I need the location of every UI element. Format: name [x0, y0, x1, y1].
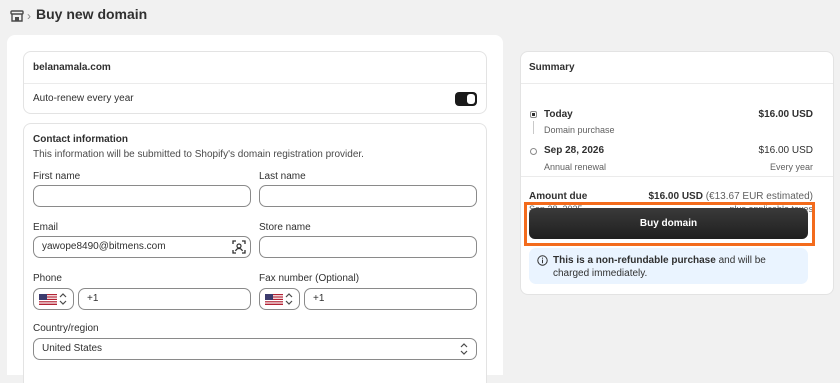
- domain-name: belanamala.com: [33, 62, 111, 73]
- fax-input[interactable]: +1: [304, 288, 477, 310]
- fax-country-select[interactable]: [259, 288, 300, 310]
- summary-card: Summary Today Domain purchase $16.00 USD…: [520, 51, 834, 295]
- notice-bold: This is a non-refundable purchase: [553, 255, 716, 266]
- auto-renew-toggle[interactable]: [455, 92, 477, 106]
- timeline-dot-today: [530, 111, 537, 118]
- contact-subtitle: This information will be submitted to Sh…: [33, 149, 364, 160]
- country-select[interactable]: United States: [33, 338, 477, 360]
- timeline-dot-renewal: [530, 148, 537, 155]
- side-panel: Summary Today Domain purchase $16.00 USD…: [505, 35, 834, 375]
- renewal-label: Sep 28, 2026: [544, 145, 605, 156]
- country-value: United States: [42, 343, 103, 354]
- store-name-label: Store name: [259, 222, 311, 233]
- store-icon[interactable]: [10, 9, 24, 23]
- today-label: Today: [544, 109, 573, 120]
- phone-country-select[interactable]: [33, 288, 74, 310]
- us-flag-icon: [39, 294, 57, 305]
- email-input[interactable]: yawope8490@bitmens.com: [33, 236, 251, 258]
- amount-due-price: $16.00 USD: [648, 191, 703, 202]
- amount-due-price-line: $16.00 USD (€13.67 EUR estimated): [648, 191, 813, 202]
- phone-input[interactable]: +1: [78, 288, 251, 310]
- timeline-line: [533, 121, 534, 134]
- us-flag-icon: [265, 294, 283, 305]
- buy-domain-button[interactable]: Buy domain: [529, 208, 808, 239]
- first-name-label: First name: [33, 171, 81, 182]
- email-value: yawope8490@bitmens.com: [42, 241, 166, 252]
- divider: [24, 83, 486, 84]
- top-bar: › Buy new domain: [0, 0, 840, 34]
- renewal-sub: Annual renewal: [544, 162, 607, 172]
- chevron-up-down-icon: [59, 293, 67, 305]
- country-label: Country/region: [33, 323, 99, 334]
- info-banner: This is a non-refundable purchase and wi…: [529, 248, 808, 284]
- fax-label: Fax number (Optional): [259, 273, 360, 284]
- phone-label: Phone: [33, 273, 62, 284]
- breadcrumb-separator: ›: [27, 9, 31, 23]
- contact-scan-icon[interactable]: [232, 240, 246, 254]
- first-name-input[interactable]: [33, 185, 251, 207]
- renewal-frequency: Every year: [769, 162, 813, 172]
- today-price: $16.00 USD: [758, 109, 813, 120]
- store-name-input[interactable]: [259, 236, 477, 258]
- page-title: Buy new domain: [36, 6, 148, 22]
- divider: [521, 83, 833, 84]
- last-name-input[interactable]: [259, 185, 477, 207]
- renewal-price: $16.00 USD: [758, 145, 813, 156]
- divider: [521, 176, 833, 177]
- chevron-up-down-icon: [460, 343, 468, 355]
- info-icon: [537, 255, 548, 266]
- toggle-knob: [467, 94, 475, 104]
- info-text: This is a non-refundable purchase and wi…: [553, 254, 803, 280]
- amount-due-label: Amount due: [529, 191, 588, 202]
- domain-card: belanamala.com Auto-renew every year: [23, 51, 487, 114]
- today-sub: Domain purchase: [544, 125, 615, 135]
- last-name-label: Last name: [259, 171, 306, 182]
- main-panel: belanamala.com Auto-renew every year Con…: [7, 35, 503, 383]
- auto-renew-label: Auto-renew every year: [33, 93, 134, 104]
- amount-due-estimate: (€13.67 EUR estimated): [705, 191, 813, 202]
- contact-card: Contact information This information wil…: [23, 123, 487, 383]
- summary-title: Summary: [529, 62, 575, 73]
- contact-title: Contact information: [33, 134, 128, 145]
- chevron-up-down-icon: [285, 293, 293, 305]
- email-label: Email: [33, 222, 59, 233]
